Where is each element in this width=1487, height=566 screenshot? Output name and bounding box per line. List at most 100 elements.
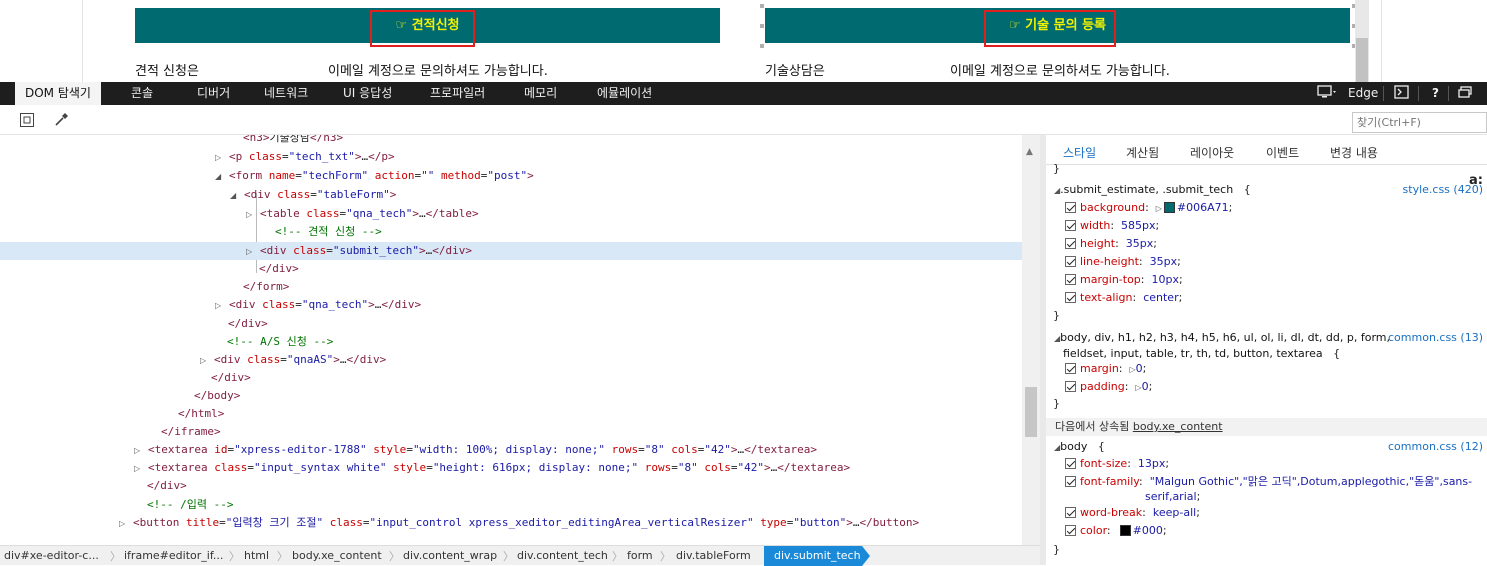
property-checkbox[interactable] (1065, 507, 1076, 518)
inherited-source-link[interactable]: body.xe_content (1133, 420, 1223, 433)
tab-computed[interactable]: 계산됨 (1126, 144, 1159, 161)
style-property[interactable]: margin-top: 10px; (1065, 272, 1183, 288)
rule-selector-cont[interactable]: fieldset, input, table, tr, th, td, butt… (1063, 346, 1340, 362)
expand-triangle-icon[interactable]: ▷ (134, 442, 148, 460)
source-link[interactable]: common.css (12) (1388, 439, 1483, 455)
scroll-thumb[interactable] (1025, 387, 1037, 437)
property-checkbox[interactable] (1065, 238, 1076, 249)
dom-scrollbar[interactable]: ▲ (1022, 135, 1040, 545)
dom-node[interactable]: ▷ <div class="qnaAS">…</div> (0, 351, 1022, 369)
property-value[interactable]: 10px (1152, 273, 1180, 286)
color-picker-icon[interactable] (53, 112, 69, 128)
collapse-triangle-icon[interactable]: ◢ (215, 168, 229, 186)
color-swatch[interactable] (1163, 202, 1175, 213)
property-value[interactable]: keep-all (1153, 506, 1196, 519)
dom-node[interactable]: </div> (0, 477, 1022, 495)
dom-node[interactable]: </iframe> (0, 423, 1022, 441)
property-checkbox[interactable] (1065, 202, 1076, 213)
style-property[interactable]: text-align: center; (1065, 290, 1182, 306)
tab-layout[interactable]: 레이아웃 (1190, 144, 1234, 161)
breadcrumb-item[interactable]: div.content_wrap (403, 546, 497, 566)
source-link[interactable]: common.css (13) (1388, 330, 1483, 346)
property-value[interactable]: 585px (1121, 219, 1156, 232)
dom-node[interactable]: </body> (0, 387, 1022, 405)
style-property[interactable]: font-size: 13px; (1065, 456, 1169, 472)
expand-triangle-icon[interactable]: ▷ (134, 460, 148, 478)
browser-mode-label[interactable]: Edge (1348, 82, 1378, 105)
property-checkbox[interactable] (1065, 476, 1076, 487)
collapse-triangle-icon[interactable]: ◢ (230, 187, 244, 205)
tab-memory[interactable]: 메모리 (524, 82, 557, 105)
breadcrumb-item[interactable]: div.tableForm (676, 546, 751, 566)
property-checkbox[interactable] (1065, 363, 1076, 374)
tab-network[interactable]: 네트워크 (264, 82, 308, 105)
scroll-thumb[interactable] (1356, 38, 1368, 82)
property-value[interactable]: 35px (1150, 255, 1178, 268)
property-value[interactable]: 0 (1142, 380, 1149, 393)
selection-handle[interactable] (760, 24, 764, 28)
dom-node[interactable]: ▷ <textarea class="input_syntax white" st… (0, 459, 1022, 477)
tab-changes[interactable]: 변경 내용 (1330, 144, 1378, 161)
dom-node[interactable]: </div> (0, 315, 1022, 333)
submit-estimate-bar[interactable]: ☞ 견적신청 (135, 8, 720, 47)
tab-profiler[interactable]: 프로파일러 (430, 82, 485, 105)
property-checkbox[interactable] (1065, 381, 1076, 392)
breadcrumb-item-active[interactable]: div.submit_tech (764, 546, 862, 566)
dom-node[interactable]: ▷ <table class="qna_tech">…</table> (0, 205, 1022, 223)
property-value[interactable]: serif,arial (1145, 490, 1197, 503)
breadcrumb-item[interactable]: form (627, 546, 653, 566)
property-value-cont[interactable]: serif,arial; (1145, 489, 1200, 505)
tab-dom-explorer[interactable]: DOM 탐색기 (15, 82, 101, 105)
property-value[interactable]: 0 (1136, 362, 1143, 375)
preview-scrollbar[interactable] (1355, 0, 1369, 82)
tab-styles[interactable]: 스타일 (1063, 144, 1096, 161)
style-property[interactable]: line-height: 35px; (1065, 254, 1181, 270)
dom-node[interactable]: </div> (0, 369, 1022, 387)
dom-node[interactable]: ▷ <p class="tech_txt">…</p> (0, 148, 1022, 166)
expand-triangle-icon[interactable]: ▷ (246, 206, 260, 224)
source-link[interactable]: style.css (420) (1403, 182, 1483, 198)
color-swatch[interactable] (1119, 525, 1131, 536)
property-checkbox[interactable] (1065, 274, 1076, 285)
expand-triangle-icon[interactable]: ▷ (215, 149, 229, 167)
expand-triangle-icon[interactable]: ▷ (246, 243, 260, 261)
dom-node[interactable]: ▷ <textarea id="xpress-editor-1788" style… (0, 441, 1022, 459)
selection-handle[interactable] (760, 4, 764, 8)
tab-debugger[interactable]: 디버거 (197, 82, 230, 105)
tab-events[interactable]: 이벤트 (1266, 144, 1299, 161)
help-button[interactable]: ? (1432, 82, 1439, 105)
tab-ui-responsiveness[interactable]: UI 응답성 (343, 82, 392, 105)
property-value[interactable]: 13px (1138, 457, 1166, 470)
property-value[interactable]: center (1143, 291, 1178, 304)
property-value[interactable]: #006A71 (1177, 201, 1229, 214)
style-property[interactable]: width: 585px; (1065, 218, 1159, 234)
property-value[interactable]: #000 (1133, 524, 1163, 537)
dom-node[interactable]: ▷ <button title="입력창 크기 조절" class="input_… (0, 514, 1022, 532)
find-input[interactable] (1352, 112, 1487, 133)
dom-node[interactable]: <h3>기술상담</h3> (0, 135, 1022, 147)
undock-icon[interactable] (1458, 82, 1472, 105)
rule-selector[interactable]: ◢.submit_estimate, .submit_tech { (1054, 182, 1251, 199)
expand-triangle-icon[interactable]: ▷ (215, 297, 229, 315)
breadcrumb-item[interactable]: div#xe-editor-c... (4, 546, 99, 566)
property-checkbox[interactable] (1065, 256, 1076, 267)
dom-node[interactable]: </form> (0, 278, 1022, 296)
console-toggle-icon[interactable] (1394, 82, 1409, 105)
dom-node[interactable]: <!-- 견적 신청 --> (0, 223, 1022, 241)
browser-mode-icon[interactable] (1317, 82, 1339, 105)
dom-node[interactable]: ◢ <div class="tableForm"> (0, 186, 1022, 204)
style-property[interactable]: height: 35px; (1065, 236, 1157, 252)
style-property[interactable]: background: ▷ #006A71; (1065, 200, 1232, 217)
property-checkbox[interactable] (1065, 292, 1076, 303)
property-checkbox[interactable] (1065, 458, 1076, 469)
selection-handle[interactable] (760, 44, 764, 48)
select-element-icon[interactable] (19, 112, 35, 128)
rule-selector[interactable]: ◢body, div, h1, h2, h3, h4, h5, h6, ul, … (1054, 330, 1390, 347)
submit-tech-bar[interactable]: ☞ 기술 문의 등록 (765, 8, 1350, 47)
breadcrumb-item[interactable]: html (244, 546, 269, 566)
style-property[interactable]: padding: ▷0; (1065, 379, 1152, 396)
expand-triangle-icon[interactable]: ▷ (119, 515, 133, 533)
dom-node-selected[interactable]: ▷ <div class="submit_tech">…</div> (0, 242, 1022, 260)
expand-triangle-icon[interactable]: ▷ (200, 352, 214, 370)
rule-selector[interactable]: ◢body { (1054, 439, 1105, 456)
